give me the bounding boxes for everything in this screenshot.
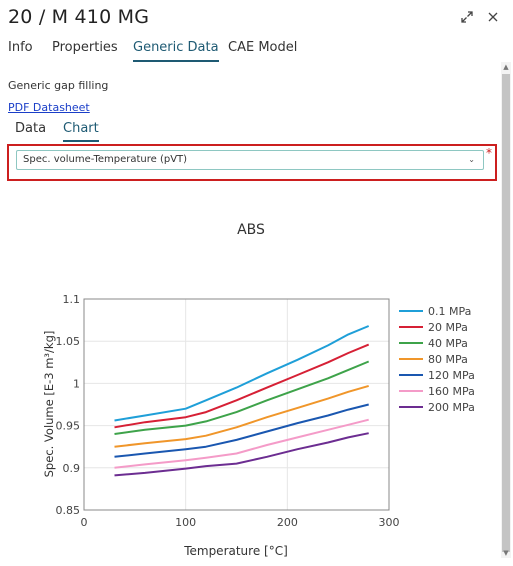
scrollbar-thumb[interactable] [502,74,510,552]
x-tick-label: 300 [379,516,400,529]
chart-ticks: 0 100 200 300 0.85 0.9 0.95 1 1.05 1.1 [56,293,400,529]
x-tick-label: 100 [175,516,196,529]
legend-label: 40 MPa [428,337,468,350]
chart-grid [84,299,389,510]
tab-properties[interactable]: Properties [52,40,118,60]
tab-generic-data[interactable]: Generic Data [133,40,219,62]
y-tick-label: 0.85 [56,504,81,517]
series-line [114,418,369,469]
generic-description: Generic gap filling [8,79,109,92]
required-marker: * [486,146,492,160]
chevron-down-icon: ⌄ [468,155,475,164]
legend-label: 80 MPa [428,353,468,366]
subtab-data[interactable]: Data [15,121,46,140]
scroll-down-arrow-icon[interactable]: ▼ [501,548,511,558]
legend-label: 20 MPa [428,321,468,334]
chart-legend: 0.1 MPa 20 MPa 40 MPa 80 MPa 120 MPa 160 MPa 2… [399,305,475,414]
select-value: Spec. volume-Temperature (pVT) [23,154,188,165]
y-axis-label: Spec. Volume [E-3 m³/kg] [42,331,56,478]
expand-icon[interactable] [460,10,474,24]
tab-info[interactable]: Info [8,40,33,60]
close-icon[interactable] [486,10,500,24]
tab-cae-model[interactable]: CAE Model [228,40,297,60]
pvt-chart: ABS 0 100 200 300 0.85 0.9 0.95 1 1.05 1.1 0.1 MP… [42,222,475,558]
chart-title: ABS [237,222,265,238]
window-title: 20 / M 410 MG [8,6,150,28]
chart-series [114,325,370,477]
y-tick-label: 1 [73,377,80,390]
x-axis-label: Temperature [°C] [183,544,288,558]
legend-label: 200 MPa [428,401,475,414]
y-tick-label: 1.1 [63,293,81,306]
plot-frame [83,298,390,511]
chart-type-select[interactable]: Spec. volume-Temperature (pVT) ⌄ [16,150,484,170]
legend-label: 0.1 MPa [428,305,471,318]
x-tick-label: 200 [277,516,298,529]
series-line [114,403,369,458]
y-tick-label: 0.9 [63,462,81,475]
y-tick-label: 1.05 [56,335,81,348]
x-tick-label: 0 [81,516,88,529]
y-tick-label: 0.95 [56,420,81,433]
series-line [114,325,370,422]
legend-label: 160 MPa [428,385,475,398]
subtab-chart[interactable]: Chart [63,121,99,142]
scroll-up-arrow-icon[interactable]: ▲ [501,62,511,72]
legend-label: 120 MPa [428,369,475,382]
pdf-datasheet-link[interactable]: PDF Datasheet [8,101,90,114]
